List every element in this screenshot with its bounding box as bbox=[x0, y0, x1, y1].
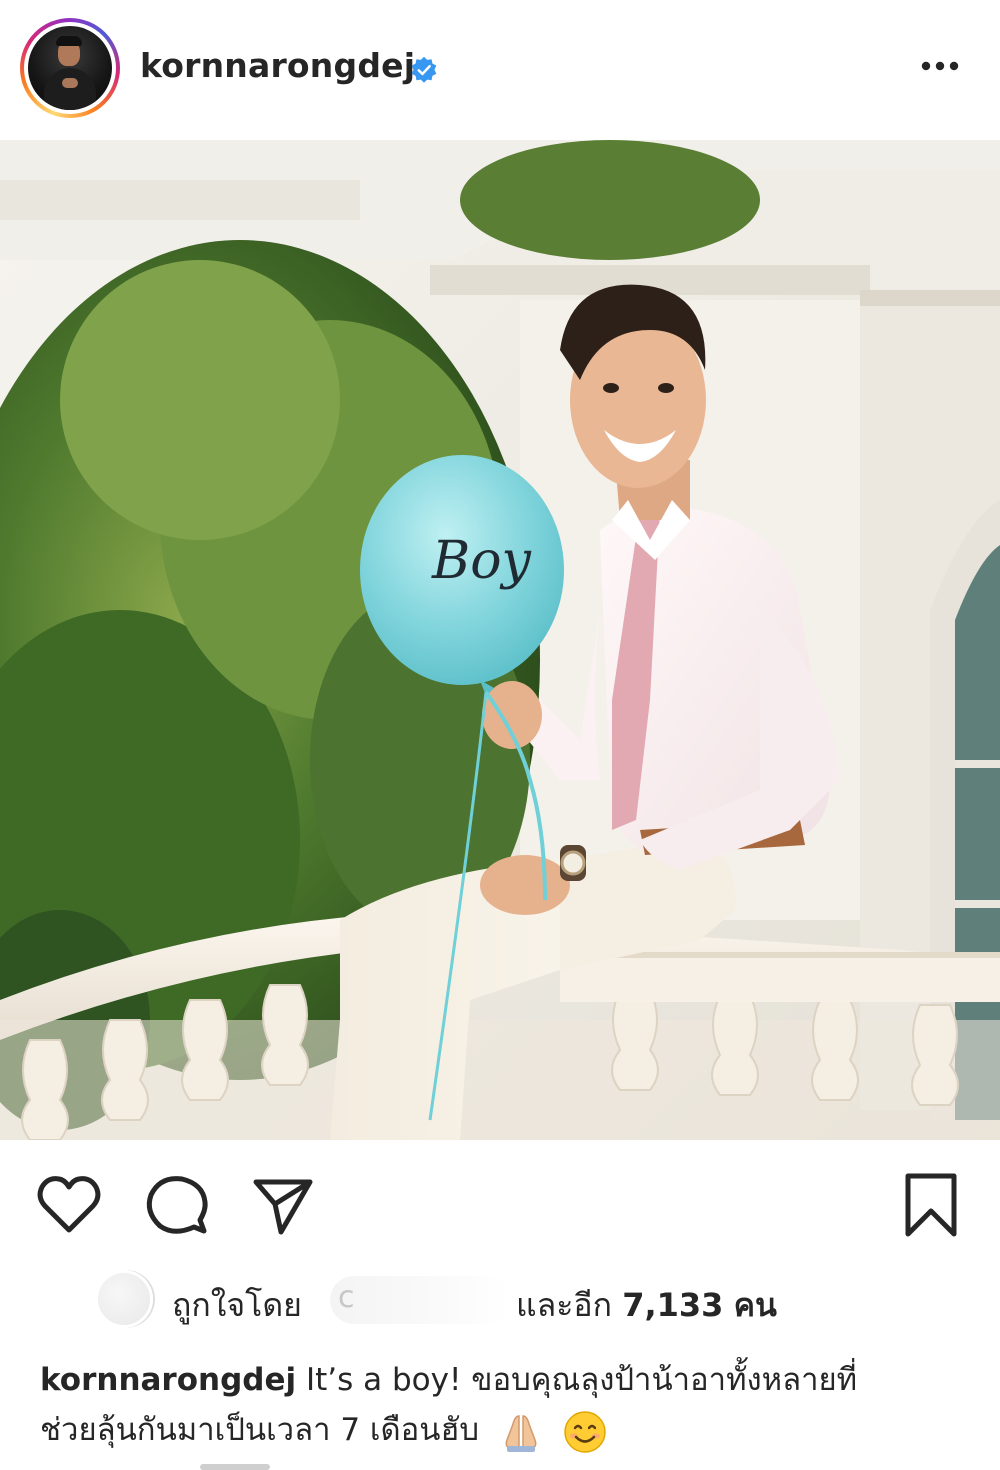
cut-off-row bbox=[200, 1456, 300, 1470]
more-options-button[interactable] bbox=[918, 50, 962, 80]
heart-icon[interactable] bbox=[34, 1170, 104, 1240]
likes-row[interactable]: ถูกใจโดย c และอีก 7,133 คน bbox=[0, 1270, 1000, 1340]
smiling-face-emoji-icon bbox=[564, 1410, 606, 1453]
liked-by-label: ถูกใจโดย bbox=[172, 1286, 302, 1324]
comment-icon[interactable] bbox=[142, 1170, 212, 1240]
post-caption: kornnarongdej It’s a boy! ขอบคุณลุงป้าน้… bbox=[40, 1355, 960, 1455]
likes-count[interactable]: และอีก 7,133 คน bbox=[516, 1280, 777, 1331]
post-username[interactable]: kornnarongdej bbox=[140, 46, 415, 85]
post-photo[interactable]: Boy bbox=[0, 140, 1000, 1140]
folded-hands-emoji-icon bbox=[505, 1414, 537, 1452]
avatar[interactable] bbox=[28, 26, 112, 110]
send-icon[interactable] bbox=[248, 1170, 318, 1240]
bookmark-icon[interactable] bbox=[896, 1170, 966, 1240]
post-image: Boy bbox=[0, 140, 1000, 1140]
post-action-bar bbox=[0, 1140, 1000, 1260]
post-header: kornnarongdej bbox=[0, 0, 1000, 140]
balloon-text: Boy bbox=[431, 531, 532, 591]
liker-username-blurred[interactable]: c bbox=[330, 1276, 510, 1324]
caption-text-line1: It’s a boy! ขอบคุณลุงป้าน้าอาทั้งหลายที่ bbox=[296, 1362, 858, 1398]
caption-username[interactable]: kornnarongdej bbox=[40, 1362, 296, 1398]
verified-badge-icon bbox=[411, 56, 437, 83]
more-horizontal-icon bbox=[921, 61, 959, 71]
caption-text-line2: ช่วยลุ้นกันมาเป็นเวลา 7 เดือนฮับ bbox=[40, 1412, 480, 1448]
liker-avatar bbox=[95, 1270, 155, 1330]
profile-avatar-story-ring[interactable] bbox=[20, 18, 120, 118]
